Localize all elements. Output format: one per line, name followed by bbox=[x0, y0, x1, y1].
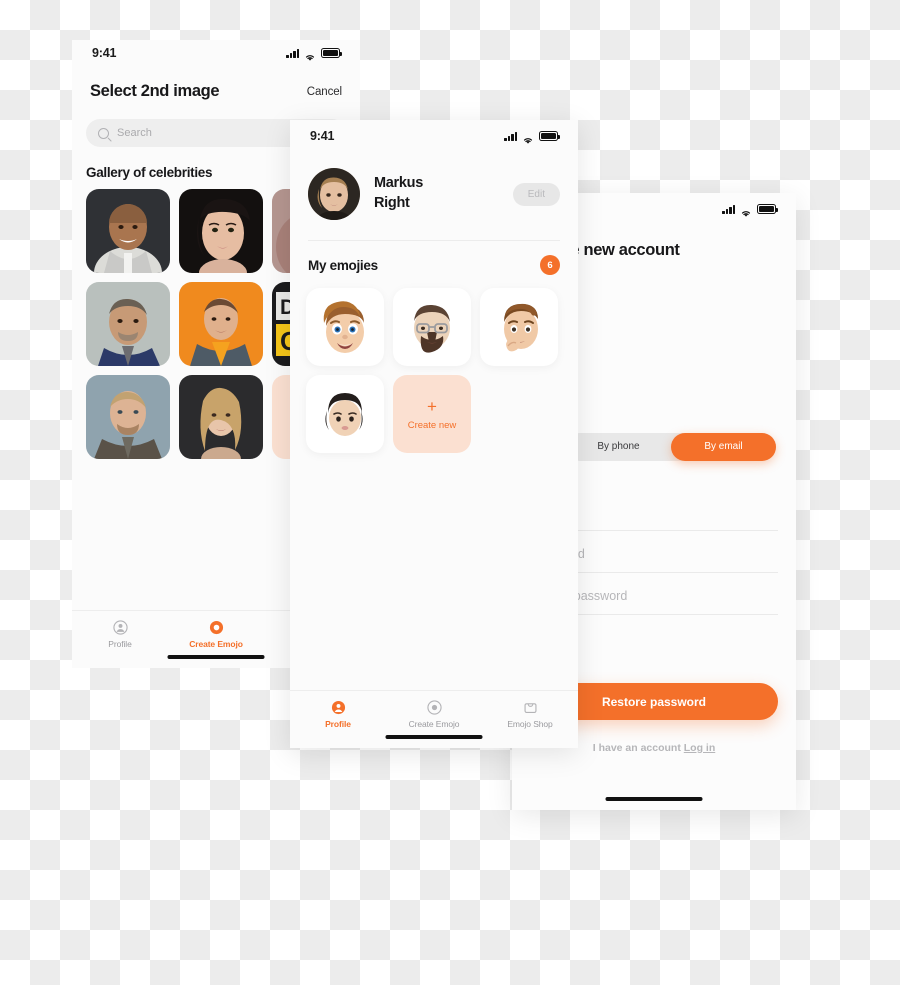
have-account-text: I have an account bbox=[592, 742, 684, 754]
gallery-item[interactable] bbox=[179, 375, 263, 459]
segment-by-email[interactable]: By email bbox=[671, 433, 776, 461]
battery-icon bbox=[321, 48, 342, 58]
gallery-item[interactable] bbox=[86, 282, 170, 366]
tab-profile-label: Profile bbox=[108, 639, 132, 649]
tab-create-emojo-label: Create Emojo bbox=[189, 639, 243, 649]
battery-icon bbox=[539, 131, 560, 141]
cellular-signal-icon bbox=[286, 48, 299, 58]
home-indicator bbox=[167, 654, 265, 659]
tab-create-emojo[interactable]: Create Emojo bbox=[386, 700, 482, 729]
home-indicator bbox=[605, 796, 703, 801]
cancel-button[interactable]: Cancel bbox=[307, 86, 342, 98]
profile-name: Markus Right bbox=[374, 174, 499, 213]
tab-profile[interactable]: Profile bbox=[290, 700, 386, 729]
my-emojies-header: My emojies 6 bbox=[290, 241, 578, 275]
home-indicator bbox=[385, 734, 483, 739]
wifi-icon bbox=[304, 49, 316, 61]
tab-profile[interactable]: Profile bbox=[72, 620, 168, 649]
create-new-label: Create new bbox=[407, 419, 457, 431]
emojies-count-badge: 6 bbox=[540, 255, 560, 275]
tab-emojo-shop-label: Emojo Shop bbox=[507, 719, 553, 729]
status-bar: 9:41 bbox=[290, 120, 578, 146]
status-icons bbox=[286, 48, 342, 61]
my-emojies-title: My emojies bbox=[308, 257, 378, 273]
segment-by-phone[interactable]: By phone bbox=[566, 433, 671, 461]
status-time: 9:41 bbox=[310, 129, 335, 143]
signup-method-segmented-control: By phone By email bbox=[566, 433, 776, 461]
gallery-item[interactable] bbox=[179, 282, 263, 366]
tab-emojo-shop[interactable]: Emojo Shop bbox=[482, 700, 578, 729]
search-placeholder: Search bbox=[117, 127, 152, 139]
page-title: Select 2nd image bbox=[90, 82, 220, 100]
screen-header: Select 2nd image Cancel bbox=[72, 66, 360, 107]
status-icons bbox=[504, 131, 560, 144]
emoji-item[interactable] bbox=[393, 288, 471, 366]
search-icon bbox=[98, 127, 109, 139]
create-emojo-icon bbox=[209, 620, 224, 635]
emoji-item[interactable] bbox=[306, 288, 384, 366]
avatar[interactable] bbox=[308, 168, 360, 220]
emoji-item[interactable] bbox=[480, 288, 558, 366]
profile-icon bbox=[112, 620, 128, 635]
create-new-emoji-tile[interactable]: + Create new bbox=[393, 375, 471, 453]
profile-name-line2: Right bbox=[374, 195, 410, 211]
battery-icon bbox=[757, 204, 778, 214]
gallery-item[interactable] bbox=[86, 375, 170, 459]
phone-screen-profile: 9:41 Markus Right Edit My emojies 6 + Cr… bbox=[290, 120, 578, 748]
profile-header: Markus Right Edit bbox=[290, 146, 578, 220]
gallery-item[interactable] bbox=[86, 189, 170, 273]
profile-name-line1: Markus bbox=[374, 175, 423, 192]
cellular-signal-icon bbox=[722, 204, 735, 214]
profile-icon bbox=[331, 700, 346, 715]
cellular-signal-icon bbox=[504, 131, 517, 141]
tab-create-emojo[interactable]: Create Emojo bbox=[168, 620, 264, 649]
wifi-icon bbox=[740, 205, 752, 217]
tab-profile-label: Profile bbox=[325, 719, 351, 729]
wifi-icon bbox=[522, 132, 534, 144]
emoji-item[interactable] bbox=[306, 375, 384, 453]
emojies-grid: + Create new bbox=[306, 288, 578, 453]
gallery-item[interactable] bbox=[179, 189, 263, 273]
status-icons bbox=[722, 204, 778, 217]
emojo-shop-icon bbox=[523, 700, 538, 715]
create-emojo-icon bbox=[426, 700, 442, 715]
status-time: 9:41 bbox=[92, 46, 117, 60]
log-in-link[interactable]: Log in bbox=[684, 742, 716, 754]
bottom-tab-bar: Profile Create Emojo Emojo Shop bbox=[290, 690, 578, 748]
tab-create-emojo-label: Create Emojo bbox=[408, 719, 460, 729]
plus-icon: + bbox=[427, 396, 437, 416]
edit-profile-button[interactable]: Edit bbox=[512, 182, 560, 206]
status-bar: 9:41 bbox=[72, 40, 360, 66]
